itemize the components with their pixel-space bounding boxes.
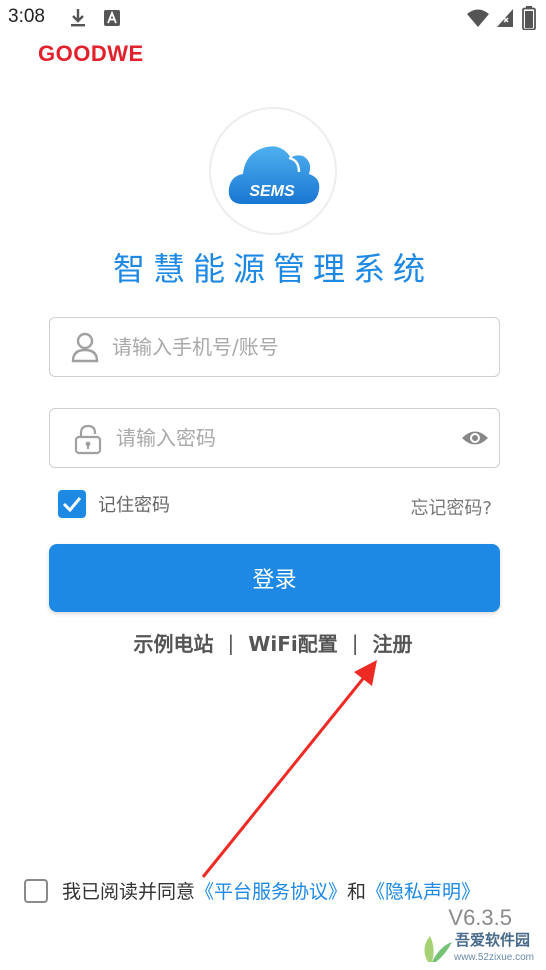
- agreement-row: 我已阅读并同意 《平台服务协议》 和 《隐私声明》: [24, 877, 480, 904]
- annotation-arrow: [201, 660, 377, 878]
- watermark-url: www.52zixue.com: [453, 952, 534, 963]
- agreement-prefix: 我已阅读并同意: [62, 881, 196, 903]
- agreement-checkbox[interactable]: [24, 878, 48, 903]
- agreement-and: 和: [347, 881, 367, 903]
- privacy-link[interactable]: 《隐私声明》: [366, 877, 480, 904]
- terms-link[interactable]: 《平台服务协议》: [195, 877, 347, 904]
- watermark-text: 吾爱软件园: [454, 931, 530, 949]
